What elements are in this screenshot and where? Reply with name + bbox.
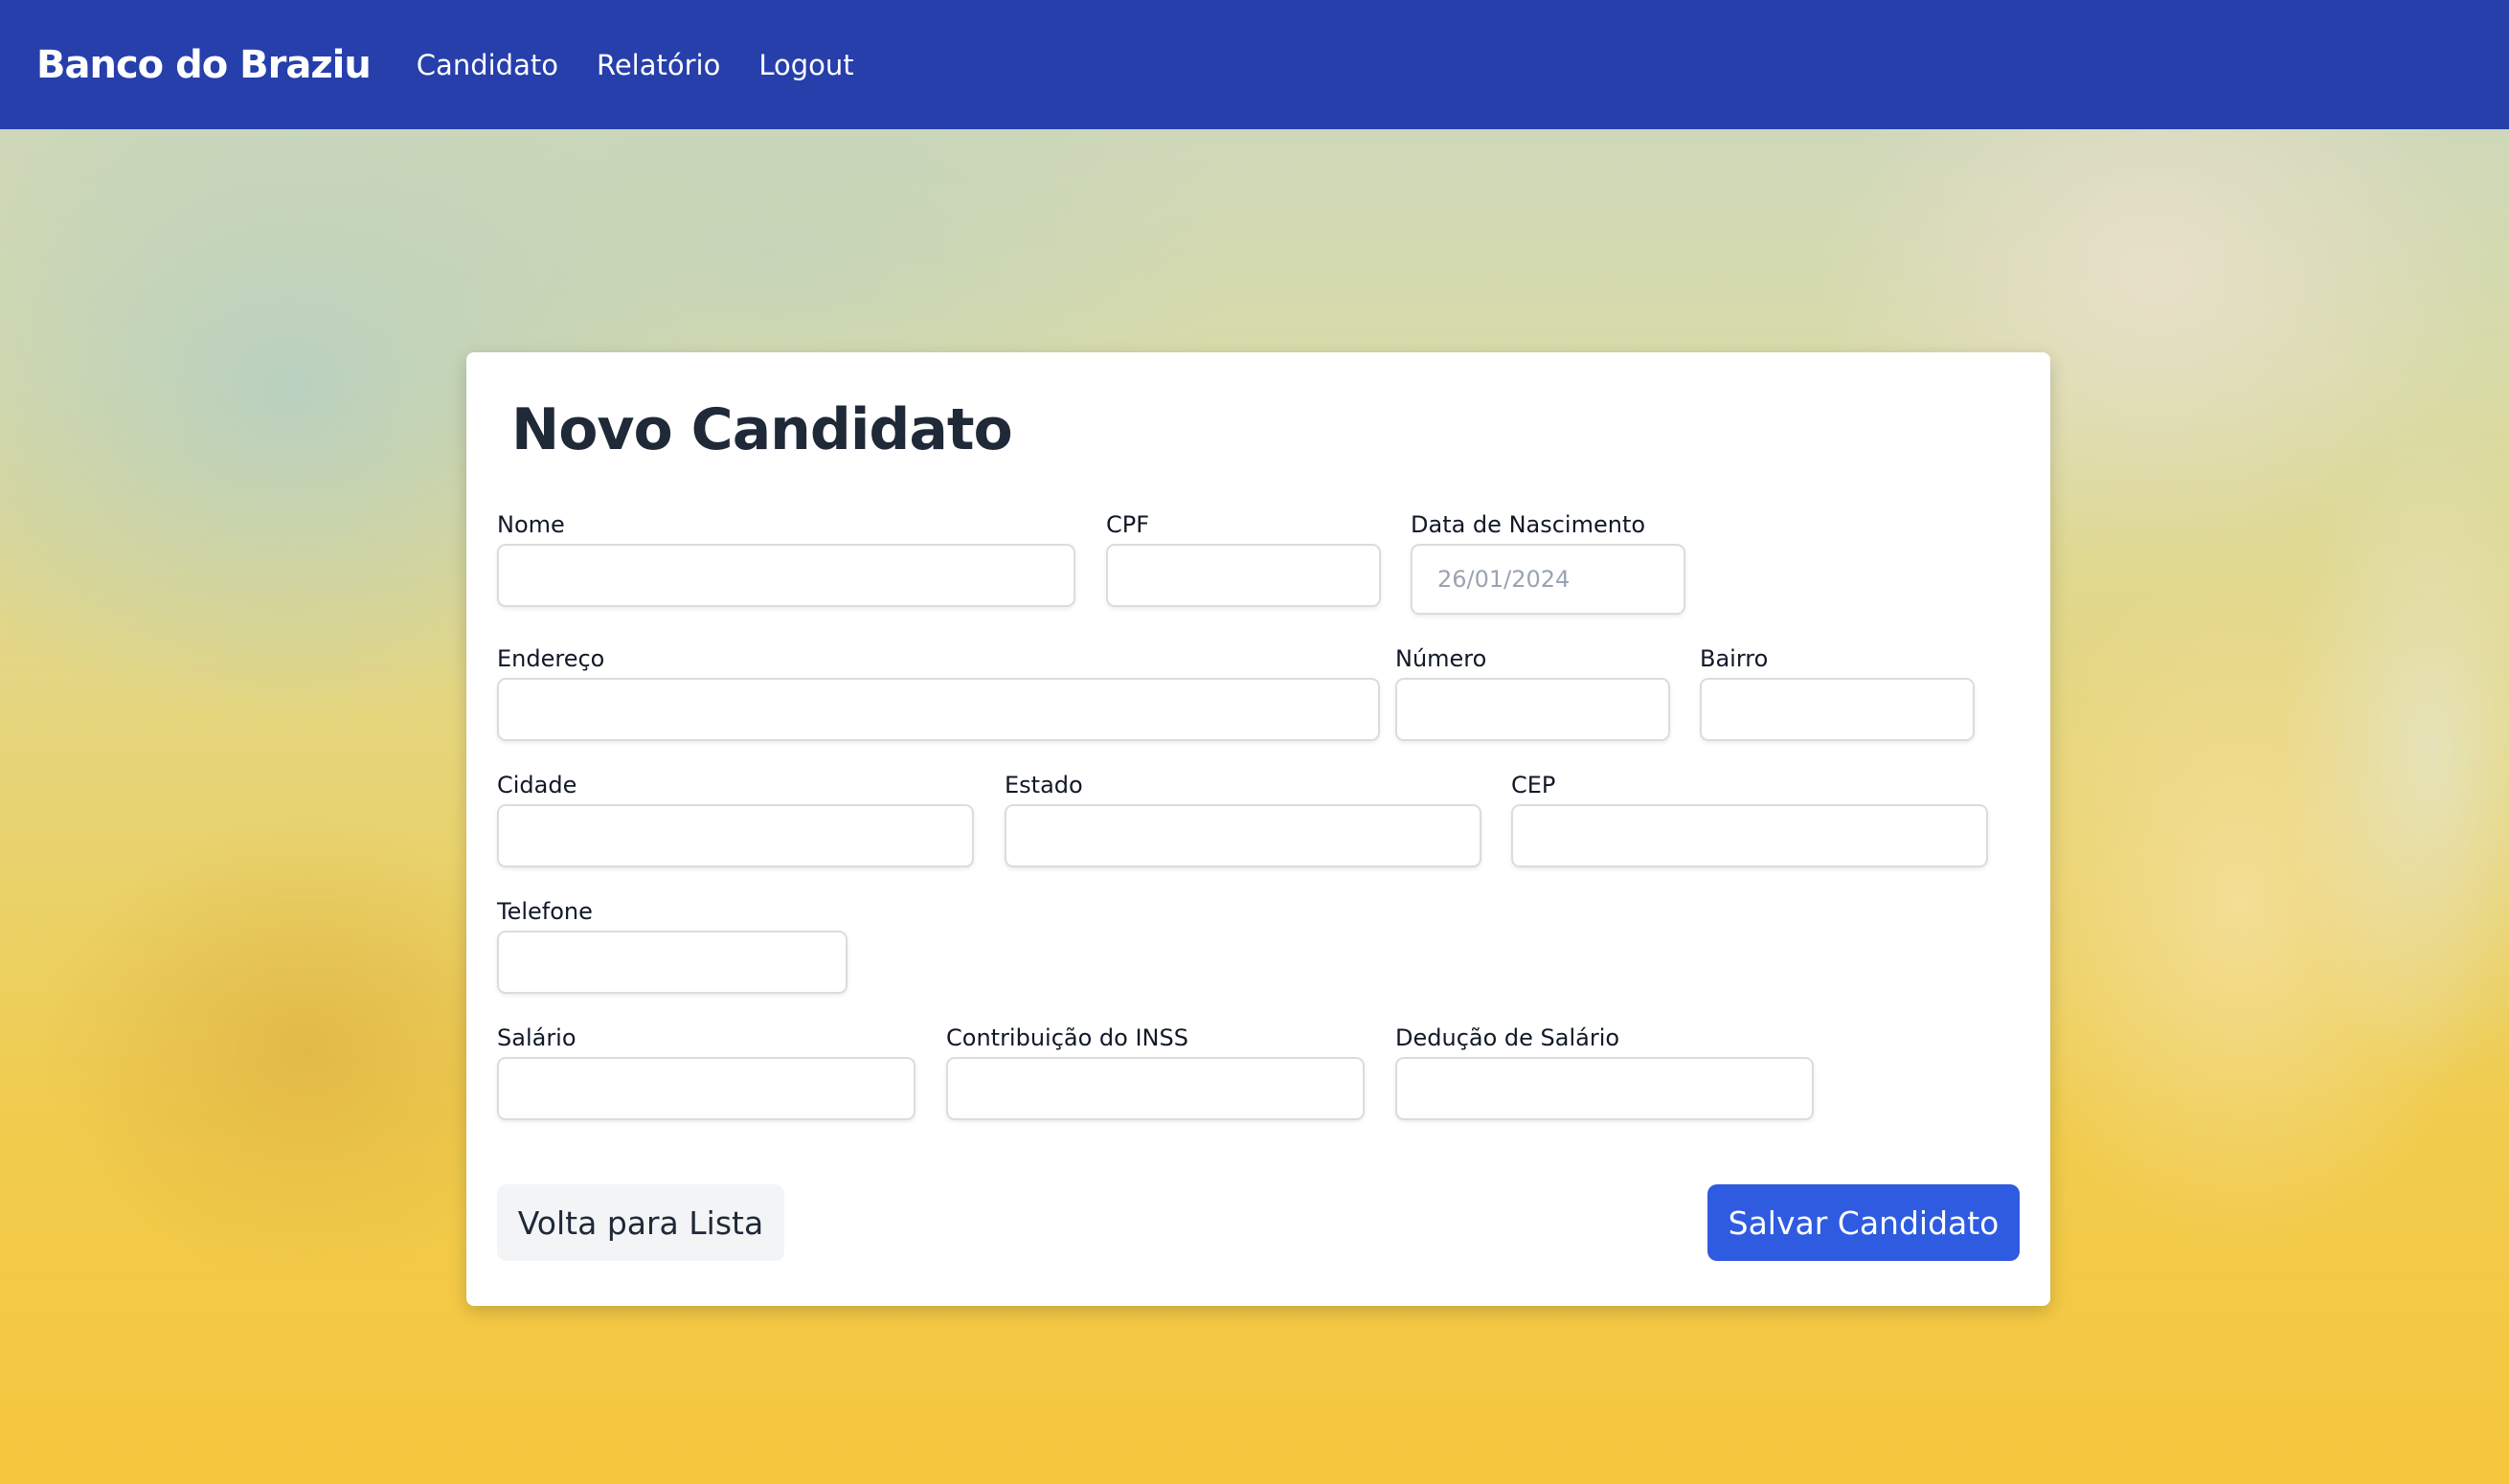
data-nascimento-field-group: Data de Nascimento	[1411, 511, 1685, 615]
save-candidate-button[interactable]: Salvar Candidato	[1707, 1184, 2020, 1261]
telefone-input[interactable]	[497, 931, 848, 994]
numero-input[interactable]	[1395, 678, 1670, 741]
nome-input[interactable]	[497, 544, 1075, 607]
nav-link-logout[interactable]: Logout	[758, 49, 853, 81]
cidade-label: Cidade	[497, 772, 577, 798]
data-nascimento-input[interactable]	[1411, 544, 1685, 615]
cidade-field-group: Cidade	[497, 772, 974, 867]
endereco-field-group: Endereço	[497, 645, 1380, 741]
deducao-field-group: Dedução de Salário	[1395, 1024, 1814, 1120]
telefone-field-group: Telefone	[497, 898, 848, 994]
cep-label: CEP	[1511, 772, 1556, 798]
endereco-label: Endereço	[497, 645, 605, 672]
deducao-label: Dedução de Salário	[1395, 1024, 1620, 1051]
estado-input[interactable]	[1005, 804, 1481, 867]
numero-label: Número	[1395, 645, 1487, 672]
data-nascimento-label: Data de Nascimento	[1411, 511, 1646, 538]
inss-field-group: Contribuição do INSS	[946, 1024, 1365, 1120]
telefone-label: Telefone	[497, 898, 593, 925]
nav-link-candidato[interactable]: Candidato	[417, 49, 558, 81]
cpf-input[interactable]	[1106, 544, 1381, 607]
bairro-field-group: Bairro	[1700, 645, 1975, 741]
cpf-label: CPF	[1106, 511, 1150, 538]
estado-label: Estado	[1005, 772, 1083, 798]
estado-field-group: Estado	[1005, 772, 1481, 867]
bairro-label: Bairro	[1700, 645, 1769, 672]
cidade-input[interactable]	[497, 804, 974, 867]
new-candidate-form-card: Novo Candidato Nome CPF Data de Nascimen…	[466, 352, 2050, 1306]
back-to-list-button[interactable]: Volta para Lista	[497, 1184, 784, 1261]
nome-label: Nome	[497, 511, 565, 538]
cep-input[interactable]	[1511, 804, 1988, 867]
brand-logo[interactable]: Banco do Braziu	[36, 43, 372, 87]
inss-input[interactable]	[946, 1057, 1365, 1120]
bairro-input[interactable]	[1700, 678, 1975, 741]
inss-label: Contribuição do INSS	[946, 1024, 1188, 1051]
endereco-input[interactable]	[497, 678, 1380, 741]
deducao-input[interactable]	[1395, 1057, 1814, 1120]
nav-link-relatorio[interactable]: Relatório	[597, 49, 720, 81]
salario-label: Salário	[497, 1024, 576, 1051]
salario-field-group: Salário	[497, 1024, 915, 1120]
top-navbar: Banco do Braziu Candidato Relatório Logo…	[0, 0, 2509, 129]
nome-field-group: Nome	[497, 511, 1075, 607]
page-title: Novo Candidato	[511, 396, 1013, 463]
cep-field-group: CEP	[1511, 772, 1988, 867]
numero-field-group: Número	[1395, 645, 1670, 741]
cpf-field-group: CPF	[1106, 511, 1381, 607]
salario-input[interactable]	[497, 1057, 915, 1120]
